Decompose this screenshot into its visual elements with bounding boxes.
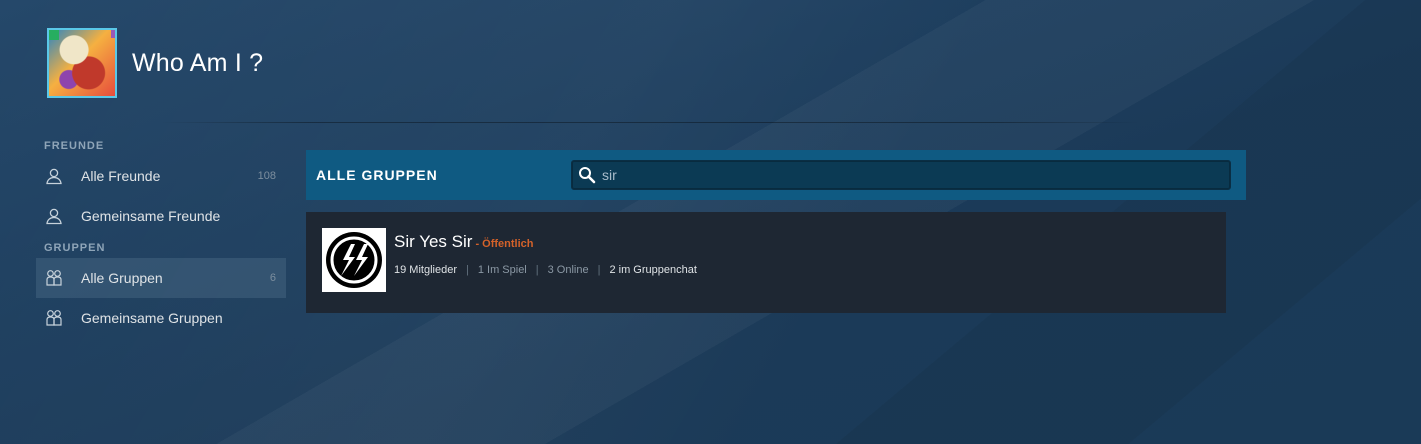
group-visibility-badge: - Öffentlich <box>475 238 534 250</box>
sidebar-item-label: Alle Freunde <box>81 168 161 184</box>
sidebar-item-all-friends[interactable]: Alle Freunde 108 <box>36 156 286 196</box>
avatar-badge-purple <box>111 30 115 38</box>
profile-name[interactable]: Who Am I ? <box>132 49 263 78</box>
stats-separator: | <box>535 264 539 276</box>
sidebar-section-groups: GRUPPEN <box>44 242 106 254</box>
group-icon <box>44 308 64 328</box>
sidebar-item-label: Alle Gruppen <box>81 270 163 286</box>
group-chat-count: 2 im Gruppenchat <box>609 264 697 276</box>
sidebar: FREUNDE Alle Freunde 108 Gemeinsame Freu… <box>36 136 286 338</box>
profile-header: Who Am I ? <box>47 28 263 98</box>
sidebar-item-label: Gemeinsame Freunde <box>81 208 221 224</box>
group-row[interactable]: Sir Yes Sir - Öffentlich 19 Mitglieder | … <box>306 212 1226 313</box>
sidebar-item-common-groups[interactable]: Gemeinsame Gruppen <box>36 298 286 338</box>
sidebar-item-label: Gemeinsame Gruppen <box>81 310 223 326</box>
group-avatar[interactable] <box>322 228 386 292</box>
header-divider <box>160 122 1140 123</box>
sidebar-item-count: 6 <box>269 272 276 284</box>
group-name-line: Sir Yes Sir - Öffentlich <box>394 232 697 254</box>
page-title: ALLE GRUPPEN <box>316 167 438 183</box>
profile-avatar-wrapper[interactable] <box>47 28 117 98</box>
stats-separator: | <box>597 264 601 276</box>
group-in-game-count: 1 Im Spiel <box>477 264 527 276</box>
avatar-badge-green <box>49 30 59 40</box>
search-icon <box>576 164 598 186</box>
search-input[interactable] <box>598 161 1230 189</box>
group-info: Sir Yes Sir - Öffentlich 19 Mitglieder | … <box>394 232 697 276</box>
stats-separator: | <box>465 264 469 276</box>
sidebar-item-count: 108 <box>257 170 276 182</box>
group-logo-icon <box>326 232 382 288</box>
group-icon <box>44 268 64 288</box>
search-box[interactable] <box>571 160 1231 190</box>
group-online-count: 3 Online <box>547 264 589 276</box>
group-stats: 19 Mitglieder | 1 Im Spiel | 3 Online | … <box>394 264 697 276</box>
sidebar-item-common-friends[interactable]: Gemeinsame Freunde <box>36 196 286 236</box>
groups-header-bar: ALLE GRUPPEN <box>306 150 1246 200</box>
sidebar-item-all-groups[interactable]: Alle Gruppen 6 <box>36 258 286 298</box>
person-icon <box>44 166 64 186</box>
person-icon <box>44 206 64 226</box>
group-members-count: 19 Mitglieder <box>394 264 457 276</box>
group-name[interactable]: Sir Yes Sir <box>394 232 472 251</box>
sidebar-section-friends: FREUNDE <box>44 140 105 152</box>
